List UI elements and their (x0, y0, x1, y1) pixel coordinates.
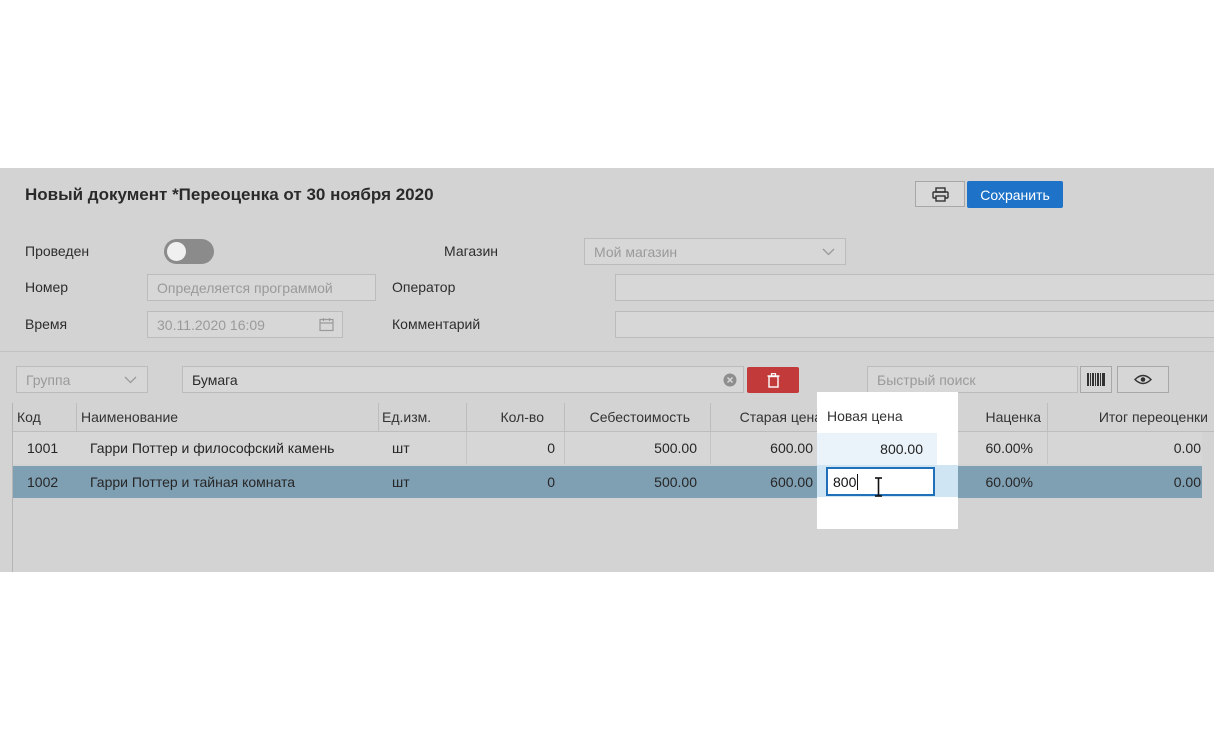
chevron-down-icon (124, 376, 137, 383)
cell-old-price: 600.00 (770, 440, 813, 456)
column-header-new-price-label: Новая цена (827, 408, 903, 424)
operator-label: Оператор (392, 279, 456, 295)
revaluation-table: Код Наименование Ед.изм. Кол-во Себестои… (12, 403, 1214, 572)
cell-code: 1001 (27, 440, 59, 456)
number-label: Номер (25, 279, 69, 295)
quick-search-input[interactable]: Быстрый поиск (867, 366, 1078, 393)
store-label: Магазин (444, 243, 499, 259)
cell-total: 0.00 (1173, 474, 1201, 490)
clear-icon[interactable] (723, 373, 737, 387)
cell-qty: 0 (547, 474, 555, 490)
cell-unit: шт (392, 474, 410, 490)
cell-name: Гарри Поттер и философский камень (90, 440, 335, 456)
number-field[interactable]: Определяется программой (147, 274, 376, 301)
column-header-total[interactable]: Итог переоценки (1048, 403, 1214, 431)
cell-cost: 500.00 (654, 474, 697, 490)
posted-toggle[interactable] (164, 239, 214, 264)
printer-icon (931, 186, 949, 202)
cell-new-price-value: 800.00 (880, 441, 923, 457)
column-header-old-price[interactable]: Старая цена (711, 403, 827, 431)
comment-field[interactable] (615, 311, 1214, 338)
eye-icon (1134, 374, 1152, 385)
cell-cost: 500.00 (654, 440, 697, 456)
visibility-button[interactable] (1117, 366, 1169, 393)
new-price-spotlight: Новая цена 800.00 800 (817, 392, 958, 529)
save-button[interactable]: Сохранить (967, 181, 1063, 208)
column-header-code[interactable]: Код (13, 403, 77, 431)
text-cursor-icon (875, 477, 882, 497)
table-row-selected[interactable]: 1002 Гарри Поттер и тайная комната шт 0 … (13, 466, 1202, 498)
group-filter-value: Бумага (192, 371, 238, 388)
store-select[interactable]: Мой магазин (584, 238, 846, 265)
column-header-name[interactable]: Наименование (77, 403, 379, 431)
column-header-qty[interactable]: Кол-во (467, 403, 565, 431)
cell-name: Гарри Поттер и тайная комната (90, 474, 296, 490)
posted-label: Проведен (25, 243, 90, 259)
cell-unit: шт (392, 440, 410, 456)
edit-input-value: 800 (833, 473, 857, 490)
print-button[interactable] (915, 181, 965, 207)
page-title: Новый документ *Переоценка от 30 ноября … (25, 185, 434, 204)
text-caret (857, 473, 859, 490)
cell-new-price[interactable]: 800.00 (817, 433, 937, 465)
document-panel: Новый документ *Переоценка от 30 ноября … (0, 168, 1214, 572)
group-select[interactable]: Группа (16, 366, 148, 393)
chevron-down-icon (822, 248, 835, 255)
cell-qty: 0 (547, 440, 555, 456)
column-header-unit[interactable]: Ед.изм. (379, 403, 467, 431)
barcode-button[interactable] (1080, 366, 1112, 393)
column-header-cost[interactable]: Себестоимость (565, 403, 711, 431)
cell-total: 0.00 (1173, 440, 1201, 456)
cell-old-price: 600.00 (770, 474, 813, 490)
barcode-icon (1087, 373, 1105, 386)
time-label: Время (25, 316, 68, 332)
divider (0, 351, 1214, 352)
operator-field[interactable] (615, 274, 1214, 301)
table-row[interactable]: 1001 Гарри Поттер и философский камень ш… (13, 432, 1202, 464)
comment-label: Комментарий (392, 316, 481, 332)
time-field[interactable]: 30.11.2020 16:09 (147, 311, 343, 338)
group-filter-field[interactable]: Бумага (182, 366, 744, 393)
store-value: Мой магазин (594, 243, 678, 260)
time-value: 30.11.2020 16:09 (157, 316, 265, 333)
trash-icon (767, 372, 779, 388)
cell-code: 1002 (27, 474, 59, 490)
group-placeholder: Группа (26, 371, 71, 388)
calendar-icon[interactable] (319, 317, 334, 332)
delete-button[interactable] (747, 367, 799, 393)
